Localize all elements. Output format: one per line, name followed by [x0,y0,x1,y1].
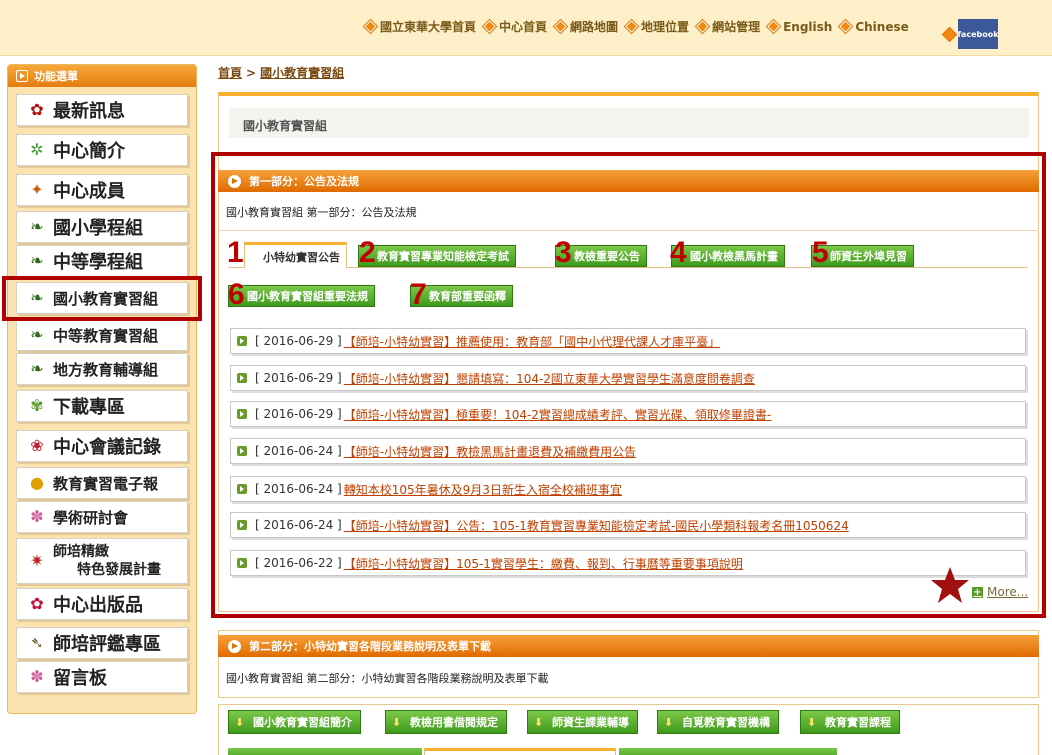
pink-flower-icon: ✽ [30,667,44,686]
diamond-icon [696,20,709,33]
red-flower-icon: ✿ [30,100,44,119]
tab-practicum-courses[interactable]: ⬇ 教育實習課程 [800,710,900,734]
top-bar: 國立東華大學首頁 中心首頁 網路地圖 地理位置 網站管理 English Chi… [0,0,1052,56]
page-title: 國小教育實習組 [229,108,1029,138]
diamond-icon [943,28,956,41]
sidebar-item-evaluation[interactable]: ➴ 師培評鑑專區 [16,627,188,659]
sidebar-item-guestbook[interactable]: ✽ 留言板 [16,661,188,693]
top-link-admin[interactable]: 網站管理 [696,18,760,35]
top-link-center-home[interactable]: 中心首頁 [483,18,547,35]
tab-stub [228,748,422,755]
sidebar-item-members[interactable]: ✦ 中心成員 [16,174,188,206]
tab-find-institution[interactable]: ⬇ 自覓教育實習機構 [657,710,779,734]
branch-icon: ➴ [30,633,44,652]
leaf-icon: ❧ [30,359,44,378]
sidebar-item-meeting-records[interactable]: ❀ 中心會議記錄 [16,430,188,462]
diamond-icon [364,20,377,33]
bird-of-paradise-icon: ✦ [30,180,44,199]
top-link-chinese[interactable]: Chinese [839,20,909,34]
breadcrumb-home-link[interactable]: 首頁 [218,66,242,80]
top-link-english[interactable]: English [767,20,832,34]
sidebar-item-about[interactable]: ✲ 中心簡介 [16,134,188,166]
page: 國立東華大學首頁 中心首頁 網路地圖 地理位置 網站管理 English Chi… [0,0,1052,755]
sidebar-item-secondary-program[interactable]: ❧ 中等學程組 [16,245,188,277]
sidebar-highlight-box [2,276,202,321]
top-links: 國立東華大學首頁 中心首頁 網路地圖 地理位置 網站管理 English Chi… [364,18,918,35]
leaf-icon: ❧ [30,217,44,236]
part2-header: 第二部分：小特幼實習各階段業務說明及表單下載 [218,635,1039,657]
rose-icon: ✿ [30,594,44,613]
diamond-icon [625,20,638,33]
sidebar-item-publications[interactable]: ✿ 中心出版品 [16,588,188,620]
play-icon [16,70,28,82]
diamond-icon [483,20,496,33]
download-arrow-icon: ⬇ [534,715,544,729]
sidebar-item-news[interactable]: ✿ 最新訊息 [16,94,188,126]
top-link-ndhu-home[interactable]: 國立東華大學首頁 [364,18,476,35]
top-link-location[interactable]: 地理位置 [625,18,689,35]
diamond-icon [554,20,567,33]
diamond-icon [839,20,853,33]
download-arrow-icon: ⬇ [807,715,817,729]
tab-stub [424,748,616,755]
diamond-icon [767,20,780,33]
top-link-sitemap[interactable]: 網路地圖 [554,18,618,35]
sidebar-item-elementary-program[interactable]: ❧ 國小學程組 [16,211,188,243]
download-arrow-icon: ⬇ [235,715,245,729]
sidebar-item-featured-plan[interactable]: ✷ 師培精緻 特色發展計畫 [16,538,188,584]
green-flower-icon: ✲ [30,140,44,159]
sidebar-item-downloads[interactable]: ✾ 下載專區 [16,390,188,422]
leaf-icon: ❧ [30,325,44,344]
tab-tutoring[interactable]: ⬇ 師資生課業輔導 [527,710,638,734]
sidebar-item-local-education[interactable]: ❧ 地方教育輔導組 [16,353,188,385]
pink-flower-icon: ✽ [30,507,44,526]
facebook-button[interactable]: facebook [957,19,999,49]
breadcrumb: 首頁 > 國小教育實習組 [218,66,345,80]
tab-stub [619,748,837,755]
breadcrumb-current-link[interactable]: 國小教育實習組 [260,66,344,80]
tab-book-lending-rules[interactable]: ⬇ 教檢用書借閱規定 [385,710,507,734]
sunflower-icon: ● [30,473,44,492]
tab-group-intro[interactable]: ⬇ 國小教育實習組簡介 [228,710,361,734]
download-arrow-icon: ⬇ [664,715,674,729]
download-arrow-icon: ⬇ [392,715,402,729]
sidebar-item-newsletter[interactable]: ● 教育實習電子報 [16,467,188,499]
part2-description: 國小教育實習組 第二部分：小特幼實習各階段業務說明及表單下載 [226,672,549,685]
sidebar-item-secondary-practicum[interactable]: ❧ 中等教育實習組 [16,319,188,351]
fern-icon: ✾ [30,396,44,415]
sidebar-header: 功能選單 [8,65,196,87]
part1-highlight-box [211,152,1046,618]
sidebar-item-symposium[interactable]: ✽ 學術研討會 [16,501,188,533]
star-flower-icon: ✷ [30,551,44,570]
leaf-icon: ❧ [30,251,44,270]
red-blossom-icon: ❀ [30,436,44,455]
circle-arrow-icon [228,639,241,653]
